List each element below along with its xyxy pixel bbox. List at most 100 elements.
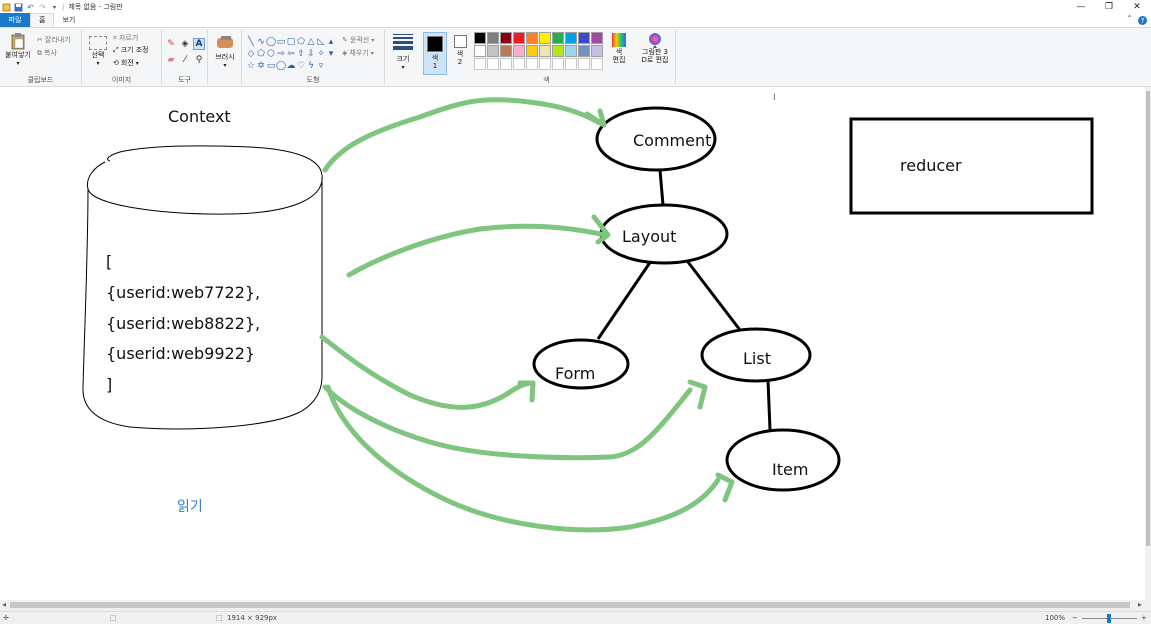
palette-swatch[interactable] xyxy=(539,32,551,44)
palette-swatch[interactable] xyxy=(565,58,577,70)
outline-button[interactable]: ✎ 윤곽선 ▾ xyxy=(342,35,374,45)
rectangle-shape-icon[interactable]: ▭ xyxy=(276,36,286,48)
palette-swatch[interactable] xyxy=(513,58,525,70)
oval-shape-icon[interactable]: ◯ xyxy=(266,36,276,48)
curve-shape-icon[interactable]: ∿ xyxy=(256,36,266,48)
cut-button[interactable]: ✂ 잘라내기 xyxy=(37,35,71,45)
hexagon-shape-icon[interactable]: ⬡ xyxy=(266,48,276,60)
drawing-canvas[interactable]: Context [ {userid:web7722}, {userid:web8… xyxy=(0,87,1145,600)
zoom-out-icon[interactable]: − xyxy=(1072,614,1078,622)
up-arrow-shape-icon[interactable]: ⇧ xyxy=(296,48,306,60)
paste-button[interactable]: 붙여넣기 ▾ xyxy=(2,32,34,67)
undo-icon[interactable]: ↶ xyxy=(26,3,35,12)
size-button[interactable]: 크기 ▾ xyxy=(393,33,413,71)
paste-dropdown-icon[interactable]: ▾ xyxy=(16,60,19,67)
callout-cloud-shape-icon[interactable]: ☁ xyxy=(286,60,296,72)
palette-swatch[interactable] xyxy=(500,32,512,44)
horizontal-scrollbar[interactable]: ◂ ▸ xyxy=(0,600,1151,611)
palette-swatch[interactable] xyxy=(500,58,512,70)
ribbon-collapse-icon[interactable]: ⌃ xyxy=(1126,14,1133,23)
callout-rect-shape-icon[interactable]: ▭ xyxy=(266,60,276,72)
palette-swatch[interactable] xyxy=(552,45,564,57)
paint3d-button[interactable]: 그림판 3 D로 편집 xyxy=(640,32,670,64)
star5-shape-icon[interactable]: ☆ xyxy=(246,60,256,72)
palette-swatch[interactable] xyxy=(565,32,577,44)
polygon-shape-icon[interactable]: ⬠ xyxy=(296,36,306,48)
palette-swatch[interactable] xyxy=(552,58,564,70)
palette-swatch[interactable] xyxy=(578,32,590,44)
palette-swatch[interactable] xyxy=(474,45,486,57)
rounded-rect-shape-icon[interactable]: ▢ xyxy=(286,36,296,48)
pencil-icon[interactable]: ✎ xyxy=(165,38,177,50)
palette-swatch[interactable] xyxy=(565,45,577,57)
brush-button[interactable]: 브러시 ▾ xyxy=(212,34,238,69)
redo-icon[interactable]: ↷ xyxy=(38,3,47,12)
save-icon[interactable] xyxy=(14,3,23,12)
scroll-left-icon[interactable]: ◂ xyxy=(2,600,6,609)
palette-swatch[interactable] xyxy=(552,32,564,44)
text-tool-icon[interactable]: A xyxy=(193,38,205,50)
line-shape-icon[interactable]: ╲ xyxy=(246,36,256,48)
triangle-shape-icon[interactable]: △ xyxy=(306,36,316,48)
shapes-gallery[interactable]: ╲ ∿ ◯ ▭ ▢ ⬠ △ ◺ ▴ ◇ ⬠ ⬡ ⇨ ⇦ ⇧ ⇩ ✧ ▾ ☆ ✡ ▭ ◯ ☁ ♡ ϟ ▿ xyxy=(246,36,336,72)
lightning-shape-icon[interactable]: ϟ xyxy=(306,60,316,72)
restore-icon[interactable]: ❐ xyxy=(1095,0,1123,14)
shapes-scroll-up-icon[interactable]: ▴ xyxy=(326,36,336,48)
zoom-slider-thumb[interactable] xyxy=(1107,614,1111,623)
close-icon[interactable]: ✕ xyxy=(1123,0,1151,14)
help-icon[interactable]: ? xyxy=(1138,16,1147,25)
palette-swatch[interactable] xyxy=(539,58,551,70)
shapes-more-icon[interactable]: ▿ xyxy=(316,60,326,72)
vertical-scroll-thumb[interactable] xyxy=(1146,91,1150,546)
copy-button[interactable]: ⧉ 복사 xyxy=(37,48,57,58)
select-button[interactable]: 선택 ▾ xyxy=(86,36,110,67)
color1-button[interactable]: 색 1 xyxy=(423,32,447,75)
palette-swatch[interactable] xyxy=(526,32,538,44)
customize-quick-access-icon[interactable]: ▾ xyxy=(50,3,59,12)
vertical-scrollbar[interactable] xyxy=(1145,87,1151,600)
palette-swatch[interactable] xyxy=(591,45,603,57)
eraser-icon[interactable]: ▰ xyxy=(165,54,177,66)
pentagon-shape-icon[interactable]: ⬠ xyxy=(256,48,266,60)
right-triangle-shape-icon[interactable]: ◺ xyxy=(316,36,326,48)
crop-button[interactable]: ⌗ 자르기 xyxy=(113,33,138,43)
palette-swatch[interactable] xyxy=(487,32,499,44)
palette-swatch[interactable] xyxy=(513,32,525,44)
select-dropdown-icon[interactable]: ▾ xyxy=(96,60,99,67)
fill-button[interactable]: ◈ 채우기 ▾ xyxy=(342,48,374,58)
fill-bucket-icon[interactable]: ◈ xyxy=(179,38,191,50)
shapes-scroll-down-icon[interactable]: ▾ xyxy=(326,48,336,60)
star6-shape-icon[interactable]: ✡ xyxy=(256,60,266,72)
edit-colors-button[interactable]: 색 편집 xyxy=(608,32,630,64)
rotate-button[interactable]: ⟲ 회전 ▾ xyxy=(113,58,139,68)
palette-swatch[interactable] xyxy=(487,45,499,57)
magnifier-icon[interactable]: ⚲ xyxy=(193,54,205,66)
horizontal-scroll-thumb[interactable] xyxy=(10,602,1130,608)
right-arrow-shape-icon[interactable]: ⇨ xyxy=(276,48,286,60)
palette-swatch[interactable] xyxy=(474,58,486,70)
palette-swatch[interactable] xyxy=(513,45,525,57)
resize-button[interactable]: ⤢ 크기 조정 xyxy=(113,45,149,55)
color-picker-icon[interactable]: ⁄ xyxy=(179,54,191,66)
tab-home[interactable]: 홈 xyxy=(30,13,55,27)
palette-swatch[interactable] xyxy=(591,58,603,70)
palette-swatch[interactable] xyxy=(539,45,551,57)
left-arrow-shape-icon[interactable]: ⇦ xyxy=(286,48,296,60)
diamond-shape-icon[interactable]: ◇ xyxy=(246,48,256,60)
star4-shape-icon[interactable]: ✧ xyxy=(316,48,326,60)
callout-oval-shape-icon[interactable]: ◯ xyxy=(276,60,286,72)
color2-button[interactable]: 색 2 xyxy=(448,32,472,75)
heart-shape-icon[interactable]: ♡ xyxy=(296,60,306,72)
palette-swatch[interactable] xyxy=(526,58,538,70)
palette-swatch[interactable] xyxy=(487,58,499,70)
tab-view[interactable]: 보기 xyxy=(54,13,83,27)
scroll-right-icon[interactable]: ▸ xyxy=(1138,600,1142,609)
palette-swatch[interactable] xyxy=(578,58,590,70)
tab-file[interactable]: 파일 xyxy=(0,13,30,27)
palette-swatch[interactable] xyxy=(500,45,512,57)
minimize-icon[interactable]: — xyxy=(1067,0,1095,14)
palette-swatch[interactable] xyxy=(474,32,486,44)
down-arrow-shape-icon[interactable]: ⇩ xyxy=(306,48,316,60)
palette-swatch[interactable] xyxy=(578,45,590,57)
palette-swatch[interactable] xyxy=(591,32,603,44)
